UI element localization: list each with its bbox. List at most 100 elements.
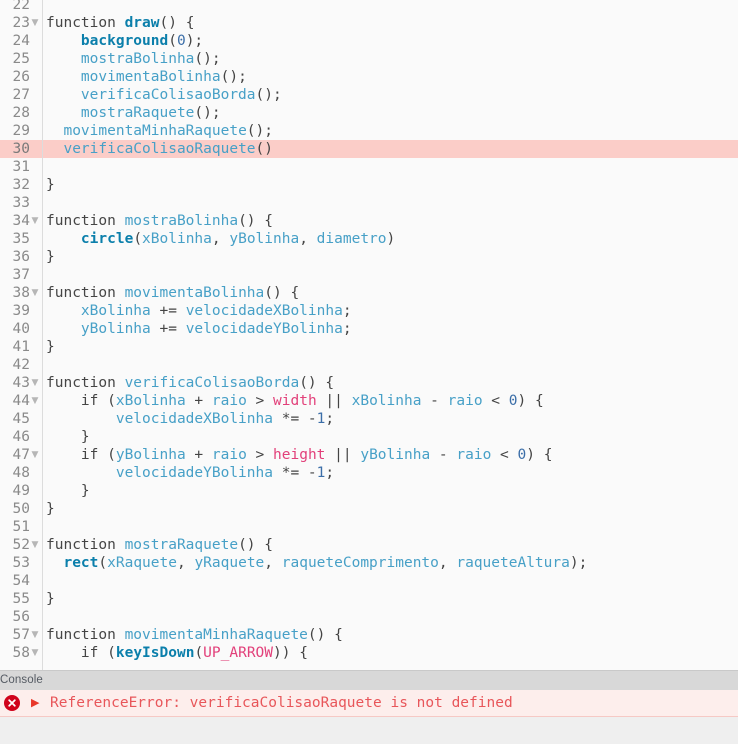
line-number: 50 — [12, 501, 30, 517]
console-tab-label[interactable]: Console — [0, 670, 43, 690]
token-op: (); — [194, 105, 221, 121]
fold-triangle-icon[interactable]: ▼ — [30, 14, 40, 32]
token-op: - — [421, 393, 448, 409]
token-id: velocidadeYBolinha — [115, 465, 273, 481]
code-line-text: if (keyIsDown(UP_ARROW)) { — [46, 644, 308, 662]
fold-triangle-icon[interactable]: ▼ — [30, 212, 40, 230]
code-line[interactable]: 25 mostraBolinha(); — [0, 50, 738, 68]
token-op: + — [185, 393, 212, 409]
code-line-text: circle(xBolinha, yBolinha, diametro) — [46, 230, 395, 248]
code-line[interactable]: 28 mostraRaquete(); — [0, 104, 738, 122]
token-const: height — [273, 447, 326, 463]
code-line[interactable]: 50} — [0, 500, 738, 518]
code-line[interactable]: 29 movimentaMinhaRaquete(); — [0, 122, 738, 140]
code-line[interactable]: 33 — [0, 194, 738, 212]
token-op — [46, 69, 81, 85]
console-header[interactable]: Console — [0, 670, 738, 690]
token-op: + — [185, 447, 212, 463]
code-line[interactable]: 47 ▼ if (yBolinha + raio > height || yBol… — [0, 446, 738, 464]
token-op — [46, 303, 81, 319]
token-op: > — [246, 393, 274, 409]
code-line[interactable]: 27 verificaColisaoBorda(); — [0, 86, 738, 104]
fold-triangle-icon[interactable]: ▼ — [30, 644, 40, 662]
code-line[interactable]: 40 yBolinha += velocidadeYBolinha; — [0, 320, 738, 338]
line-number: 29 — [12, 123, 30, 139]
code-line[interactable]: 54 — [0, 572, 738, 590]
token-op: ( — [98, 393, 116, 409]
code-line[interactable]: 48 velocidadeYBolinha *= -1; — [0, 464, 738, 482]
code-line[interactable]: 45 velocidadeXBolinha *= -1; — [0, 410, 738, 428]
token-fn: circle — [80, 231, 134, 247]
token-op: ( — [98, 645, 116, 661]
code-line[interactable]: 37 — [0, 266, 738, 284]
code-line[interactable]: 58 ▼ if (keyIsDown(UP_ARROW)) { — [0, 644, 738, 662]
code-editor-pane[interactable]: 22 23 ▼ function draw() {24 background(0); 2… — [0, 0, 738, 670]
code-line[interactable]: 39 xBolinha += velocidadeXBolinha; — [0, 302, 738, 320]
token-op: ; — [325, 465, 335, 481]
token-op: () — [255, 141, 273, 157]
code-line-text: function movimentaBolinha() { — [46, 284, 299, 302]
code-line[interactable]: 42 — [0, 356, 738, 374]
code-line-text: verificaColisaoBorda(); — [46, 86, 282, 104]
token-op: , — [176, 555, 195, 571]
code-lines-container[interactable]: 22 23 ▼ function draw() {24 background(0); 2… — [0, 0, 738, 662]
token-op: || — [316, 393, 352, 409]
token-id: velocidadeYBolinha — [185, 321, 343, 337]
token-id: raio — [211, 447, 247, 463]
console-messages[interactable]: ▶ ReferenceError: verificaColisaoRaquete … — [0, 690, 738, 717]
fold-triangle-icon[interactable]: ▼ — [30, 536, 40, 554]
code-line[interactable]: 34 ▼ function mostraBolinha() { — [0, 212, 738, 230]
code-line[interactable]: 32} — [0, 176, 738, 194]
fold-triangle-icon[interactable]: ▼ — [30, 446, 40, 464]
code-line-text: mostraBolinha(); — [46, 50, 221, 68]
code-line-text: xBolinha += velocidadeXBolinha; — [46, 302, 352, 320]
code-line[interactable]: 38 ▼ function movimentaBolinha() { — [0, 284, 738, 302]
token-op: (); — [255, 87, 282, 103]
token-num: 0 — [508, 393, 518, 409]
code-line-text: function verificaColisaoBorda() { — [46, 374, 334, 392]
console-error-row[interactable]: ▶ ReferenceError: verificaColisaoRaquete … — [0, 690, 738, 717]
code-line[interactable]: 53 rect(xRaquete, yRaquete, raqueteCompr… — [0, 554, 738, 572]
fold-triangle-icon[interactable]: ▼ — [30, 374, 40, 392]
token-op: } — [46, 177, 55, 193]
fold-triangle-icon[interactable]: ▼ — [30, 392, 40, 410]
line-number: 54 — [12, 573, 30, 589]
fold-triangle-icon[interactable]: ▼ — [30, 626, 40, 644]
token-kw: function — [46, 285, 125, 301]
code-line[interactable]: 41} — [0, 338, 738, 356]
code-line[interactable]: 23 ▼ function draw() { — [0, 14, 738, 32]
code-line[interactable]: 49 } — [0, 482, 738, 500]
token-id: xBolinha — [351, 393, 422, 409]
token-op: - — [430, 447, 457, 463]
code-line[interactable]: 51 — [0, 518, 738, 536]
code-line[interactable]: 52 ▼ function mostraRaquete() { — [0, 536, 738, 554]
token-op: ; — [325, 411, 335, 427]
code-line-text: movimentaBolinha(); — [46, 68, 247, 86]
token-kw: function — [46, 537, 125, 553]
fold-triangle-icon[interactable]: ▼ — [30, 284, 40, 302]
code-line[interactable]: 46 } — [0, 428, 738, 446]
code-line[interactable]: 24 background(0); — [0, 32, 738, 50]
code-line[interactable]: 55} — [0, 590, 738, 608]
code-line[interactable]: 43 ▼ function verificaColisaoBorda() { — [0, 374, 738, 392]
token-num: 0 — [517, 447, 527, 463]
code-line[interactable]: 56 — [0, 608, 738, 626]
token-id: yBolinha — [115, 447, 186, 463]
code-line[interactable]: 36} — [0, 248, 738, 266]
console-panel[interactable]: Console ▶ ReferenceError: verificaColisao… — [0, 670, 738, 744]
code-line[interactable]: 26 movimentaBolinha(); — [0, 68, 738, 86]
token-op: , — [211, 231, 230, 247]
play-triangle-icon[interactable]: ▶ — [31, 690, 39, 716]
code-line[interactable]: 35 circle(xBolinha, yBolinha, diametro) — [0, 230, 738, 248]
code-line[interactable]: 22 — [0, 0, 738, 14]
code-line[interactable]: 44 ▼ if (xBolinha + raio > width || xBoli… — [0, 392, 738, 410]
code-line[interactable]: 30 verificaColisaoRaquete() — [0, 140, 738, 158]
code-line[interactable]: 57 ▼ function movimentaMinhaRaquete() { — [0, 626, 738, 644]
token-op: += — [150, 321, 186, 337]
code-line-text: verificaColisaoRaquete() — [46, 140, 273, 158]
token-op — [46, 141, 63, 157]
token-fn: draw — [124, 15, 160, 31]
code-line[interactable]: 31 — [0, 158, 738, 176]
token-op: , — [438, 555, 457, 571]
token-op: () { — [159, 15, 195, 31]
